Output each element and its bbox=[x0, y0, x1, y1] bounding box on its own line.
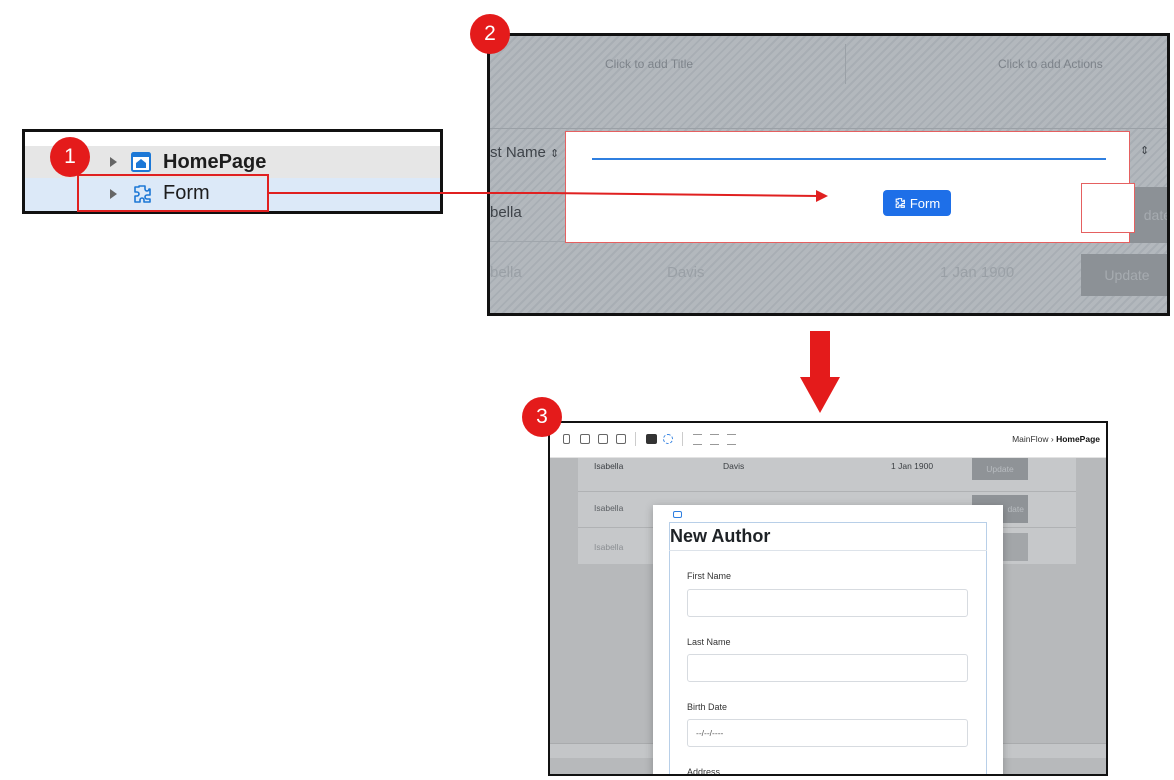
update-button-label: date bbox=[1007, 504, 1024, 514]
header-divider bbox=[845, 44, 846, 84]
drop-insertion-line bbox=[592, 158, 1106, 160]
drop-placeholder[interactable]: Form bbox=[565, 131, 1130, 243]
align-left-icon[interactable] bbox=[693, 434, 702, 445]
update-button[interactable]: Update bbox=[1081, 254, 1167, 296]
selection-highlight bbox=[77, 174, 269, 212]
first-name-input[interactable] bbox=[687, 589, 968, 617]
table-cell-first: bella bbox=[490, 264, 522, 281]
toolbar-divider bbox=[682, 432, 683, 446]
webblock-icon bbox=[895, 198, 905, 208]
step-1-badge: 1 bbox=[50, 137, 90, 177]
tablet-view-icon[interactable] bbox=[580, 434, 590, 444]
step-3-badge: 3 bbox=[522, 397, 562, 437]
table-cell-first: Isabella bbox=[594, 542, 624, 552]
split-view-icon[interactable] bbox=[616, 434, 626, 444]
last-name-label: Last Name bbox=[687, 637, 731, 647]
birth-date-input[interactable]: --/--/---- bbox=[687, 719, 968, 747]
update-button[interactable]: Update bbox=[972, 458, 1028, 480]
tree-label-homepage: HomePage bbox=[163, 151, 267, 173]
expand-arrow-icon[interactable] bbox=[110, 157, 117, 167]
sort-icon[interactable]: ⇕ bbox=[550, 148, 559, 160]
table-cell-first: Isabella bbox=[594, 503, 624, 513]
desktop-view-icon[interactable] bbox=[598, 434, 608, 444]
step-2-badge: 2 bbox=[470, 14, 510, 54]
table-row-divider bbox=[578, 491, 1076, 492]
update-button-label: Update bbox=[1104, 267, 1150, 283]
update-button-label: date bbox=[1143, 207, 1170, 223]
editor-toolbar: MainFlow › HomePage bbox=[550, 423, 1106, 458]
header-line bbox=[490, 128, 1167, 129]
dialog-title: New Author bbox=[670, 526, 771, 546]
new-author-form-dialog: New Author First Name Last Name Birth Da… bbox=[653, 505, 1003, 776]
widget-tree-icon[interactable] bbox=[663, 434, 673, 444]
down-arrow-icon bbox=[800, 331, 840, 413]
last-name-input[interactable] bbox=[687, 654, 968, 682]
chip-label: Form bbox=[909, 195, 941, 211]
column-header-label: st Name bbox=[490, 144, 546, 161]
table-cell-first: bella bbox=[490, 204, 522, 221]
breadcrumb-parent[interactable]: MainFlow bbox=[1012, 434, 1048, 444]
drop-placeholder-secondary bbox=[1081, 183, 1135, 233]
css-icon[interactable] bbox=[646, 434, 657, 444]
align-right-icon[interactable] bbox=[727, 434, 736, 445]
toolbar-divider bbox=[635, 432, 636, 446]
title-placeholder[interactable]: Click to add Title bbox=[605, 57, 693, 71]
birth-date-label: Birth Date bbox=[687, 702, 728, 712]
webblock-icon bbox=[673, 511, 682, 518]
address-label: Address bbox=[687, 767, 721, 776]
title-divider bbox=[669, 550, 987, 551]
actions-placeholder[interactable]: Click to add Actions bbox=[998, 57, 1103, 71]
editor-canvas: Isabella Davis 1 Jan 1900 Update Isabell… bbox=[550, 458, 1106, 776]
table-cell-date: 1 Jan 1900 bbox=[940, 264, 1015, 281]
homepage-icon bbox=[131, 152, 151, 172]
breadcrumb-separator: › bbox=[1050, 434, 1054, 444]
sort-icon[interactable]: ⇕ bbox=[1140, 144, 1149, 157]
column-header-first-name[interactable]: st Name ⇕ bbox=[490, 144, 559, 161]
dragged-form-chip[interactable]: Form bbox=[883, 190, 951, 216]
table-cell-first: Isabella bbox=[594, 461, 624, 471]
table-cell-last: Davis bbox=[667, 264, 705, 281]
breadcrumb-current: HomePage bbox=[1056, 434, 1100, 444]
breadcrumb: MainFlow › HomePage bbox=[1012, 434, 1100, 444]
phone-view-icon[interactable] bbox=[563, 434, 570, 444]
first-name-label: First Name bbox=[687, 571, 732, 581]
drop-target-panel: Click to add Title Click to add Actions … bbox=[487, 33, 1170, 316]
result-panel: MainFlow › HomePage Isabella Davis 1 Jan… bbox=[548, 421, 1108, 776]
align-center-icon[interactable] bbox=[710, 434, 719, 445]
table-cell-date: 1 Jan 1900 bbox=[891, 461, 934, 471]
widget-tree-panel: HomePage Form bbox=[22, 129, 443, 214]
table-cell-last: Davis bbox=[723, 461, 745, 471]
